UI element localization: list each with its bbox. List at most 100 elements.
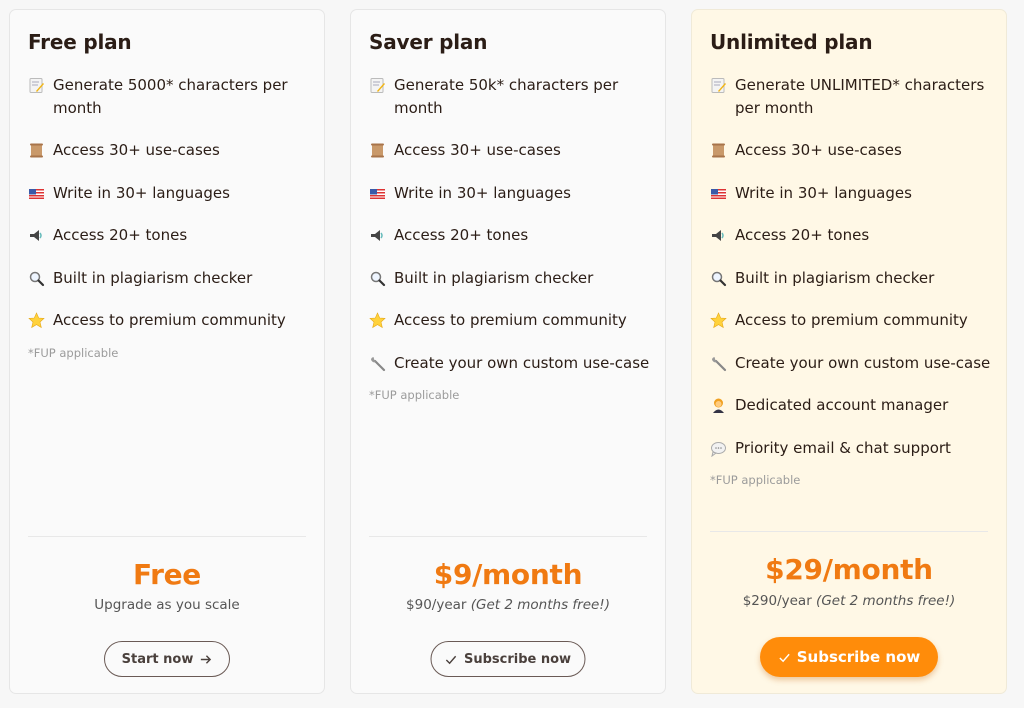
feature-text: Write in 30+ languages	[735, 183, 912, 202]
plan-price: $9/month	[433, 558, 583, 591]
feature-item: Access 20+ tones	[28, 224, 310, 247]
feature-item: Create your own custom use-case	[710, 352, 992, 375]
divider	[28, 536, 306, 537]
feature-item: Write in 30+ languages	[710, 182, 992, 205]
arrow-right-icon	[199, 653, 212, 666]
feature-text: Built in plagiarism checker	[394, 268, 594, 287]
us-flag-icon	[710, 185, 727, 202]
feature-text: Write in 30+ languages	[53, 183, 230, 202]
speaker-icon	[369, 227, 386, 244]
us-flag-icon	[28, 185, 45, 202]
feature-text: Create your own custom use-case	[735, 353, 991, 372]
feature-item: Dedicated account manager	[710, 394, 992, 417]
feature-item: Access 30+ use-cases	[710, 139, 992, 162]
speaker-icon	[28, 227, 45, 244]
feature-item: Write in 30+ languages	[369, 182, 651, 205]
wrench-icon	[710, 355, 727, 372]
price-note-promo: (Get 2 months free!)	[470, 597, 610, 613]
feature-item: Access to premium community	[28, 309, 310, 332]
button-label: Subscribe now	[463, 651, 572, 667]
feature-text: Create your own custom use-case	[394, 353, 650, 372]
plan-title: Free plan	[28, 30, 132, 54]
feature-item: Create your own custom use-case	[369, 352, 651, 375]
feature-item: Access to premium community	[369, 309, 651, 332]
speech-bubble-icon	[710, 440, 727, 457]
feature-text: Access to premium community	[394, 311, 627, 329]
star-icon	[369, 312, 386, 329]
feature-text: Write in 30+ languages	[394, 183, 571, 202]
feature-text: Access 20+ tones	[394, 226, 529, 244]
memo-icon	[369, 77, 386, 94]
feature-text: Access 20+ tones	[53, 226, 188, 244]
fup-footnote: *FUP applicable	[710, 473, 801, 487]
price-note: $90/year (Get 2 months free!)	[351, 597, 665, 613]
plan-price: Free	[133, 558, 201, 591]
wrench-icon	[369, 355, 386, 372]
feature-text: Generate 5000* characters per month	[53, 76, 288, 117]
plan-card-saver-plan: Saver plan Generate 50k* characters per …	[350, 9, 666, 694]
feature-list: Generate 50k* characters per month Acces…	[369, 74, 651, 402]
scroll-icon	[710, 142, 727, 159]
scroll-icon	[28, 142, 45, 159]
feature-text: Access to premium community	[53, 311, 286, 329]
divider	[369, 536, 647, 537]
feature-item: Built in plagiarism checker	[369, 267, 651, 290]
magnifier-icon	[28, 270, 45, 287]
account-manager-icon	[710, 397, 727, 414]
feature-list: Generate 5000* characters per month Acce…	[28, 74, 310, 360]
price-note-text: $290/year	[742, 593, 812, 609]
feature-text: Access to premium community	[735, 311, 968, 329]
feature-item: Generate 5000* characters per month	[28, 74, 310, 119]
plan-title: Unlimited plan	[710, 30, 873, 54]
magnifier-icon	[369, 270, 386, 287]
feature-text: Access 30+ use-cases	[394, 141, 561, 159]
subscribe-now-button[interactable]: Subscribe now	[760, 637, 938, 677]
feature-item: Built in plagiarism checker	[28, 267, 310, 290]
button-label: Start now	[121, 651, 194, 667]
fup-footnote: *FUP applicable	[369, 388, 460, 402]
plan-card-unlimited-plan: Unlimited plan Generate UNLIMITED* chara…	[691, 9, 1007, 694]
price-note: Upgrade as you scale	[10, 597, 324, 613]
feature-text: Generate 50k* characters per month	[394, 76, 619, 117]
price-note-text: Upgrade as you scale	[94, 597, 240, 613]
price-note-text: $90/year	[406, 597, 467, 613]
feature-text: Built in plagiarism checker	[735, 268, 935, 287]
plan-price: $29/month	[765, 553, 933, 586]
feature-text: Dedicated account manager	[735, 396, 949, 414]
plan-title: Saver plan	[369, 30, 488, 54]
feature-item: Access 30+ use-cases	[369, 139, 651, 162]
feature-list: Generate UNLIMITED* characters per month…	[710, 74, 992, 487]
divider	[710, 531, 988, 532]
feature-item: Access 20+ tones	[369, 224, 651, 247]
feature-text: Built in plagiarism checker	[53, 268, 253, 287]
feature-item: Generate UNLIMITED* characters per month	[710, 74, 992, 119]
price-note-promo: (Get 2 months free!)	[816, 593, 956, 609]
button-label: Subscribe now	[796, 648, 921, 666]
us-flag-icon	[369, 185, 386, 202]
star-icon	[28, 312, 45, 329]
scroll-icon	[369, 142, 386, 159]
memo-icon	[28, 77, 45, 94]
memo-icon	[710, 77, 727, 94]
feature-text: Access 20+ tones	[735, 226, 870, 244]
feature-text: Priority email & chat support	[735, 438, 951, 457]
feature-item: Generate 50k* characters per month	[369, 74, 651, 119]
check-icon	[778, 651, 791, 664]
subscribe-now-button[interactable]: Subscribe now	[430, 641, 586, 677]
fup-footnote: *FUP applicable	[28, 345, 119, 360]
feature-item: Access 20+ tones	[710, 224, 992, 247]
feature-item: Built in plagiarism checker	[710, 267, 992, 290]
feature-text: Access 30+ use-cases	[53, 141, 220, 159]
feature-item: Access to premium community	[710, 309, 992, 332]
magnifier-icon	[710, 270, 727, 287]
start-now-button[interactable]: Start now	[104, 641, 230, 677]
star-icon	[710, 312, 727, 329]
feature-text: Access 30+ use-cases	[735, 141, 902, 159]
feature-item: Priority email & chat support	[710, 437, 992, 460]
price-note: $290/year (Get 2 months free!)	[692, 593, 1006, 609]
plan-card-free-plan: Free plan Generate 5000* characters per …	[9, 9, 325, 694]
speaker-icon	[710, 227, 727, 244]
feature-text: Generate UNLIMITED* characters per month	[735, 76, 985, 117]
feature-item: Write in 30+ languages	[28, 182, 310, 205]
check-icon	[445, 653, 458, 666]
